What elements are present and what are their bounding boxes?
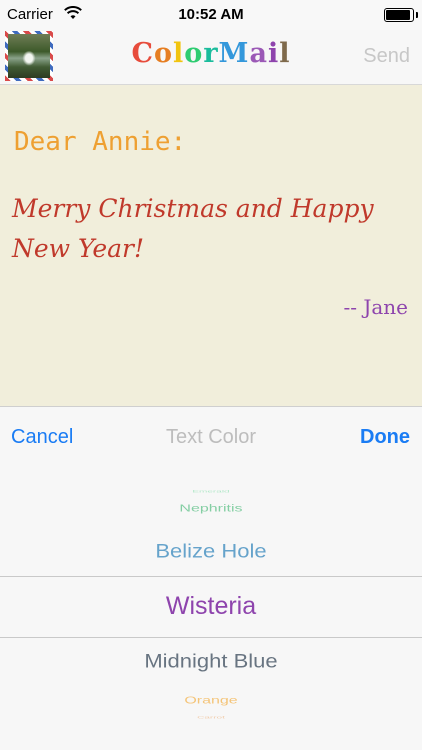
app-title-letter: o [154, 38, 174, 69]
app-title-letter: r [203, 38, 219, 69]
app-title-letter: l [173, 38, 185, 69]
picker-item[interactable]: Midnight Blue [0, 649, 422, 672]
picker-selection-bottom-line [0, 637, 422, 638]
picker-item[interactable]: Emerald [0, 489, 422, 493]
picker-item[interactable]: Carrot [0, 715, 422, 719]
picker-selection-top-line [0, 576, 422, 577]
send-button[interactable]: Send [363, 45, 410, 68]
color-picker-wheel[interactable]: Emerald Nephritis Belize Hole Wisteria M… [0, 466, 422, 750]
picker-item[interactable]: Nephritis [0, 503, 422, 515]
letter-signature[interactable]: -- Jane [343, 295, 408, 319]
app-title-letter: o [184, 38, 204, 69]
battery-icon [384, 8, 414, 22]
app-title-letter: M [218, 38, 250, 69]
letter-greeting[interactable]: Dear Annie: [14, 127, 186, 157]
app-title-letter: C [131, 38, 155, 69]
battery-level-fill [386, 10, 410, 20]
picker-toolbar: Cancel Text Color Done [0, 406, 422, 467]
app-title-letter: l [279, 38, 291, 69]
letter-message-line-2: New Year! [12, 234, 145, 263]
picker-item[interactable]: Orange [0, 695, 422, 707]
picker-item-selected[interactable]: Wisteria [0, 592, 422, 621]
done-button[interactable]: Done [360, 426, 410, 449]
status-bar: Carrier 10:52 AM [0, 0, 422, 30]
battery-cap [416, 12, 418, 18]
nav-bar: ColorMail Send [0, 30, 422, 85]
letter-message[interactable]: Merry Christmas and Happy New Year! [12, 189, 412, 269]
letter-area[interactable]: Dear Annie: Merry Christmas and Happy Ne… [0, 85, 422, 406]
letter-message-line-1: Merry Christmas and Happy [12, 194, 374, 223]
picker-item[interactable]: Belize Hole [0, 539, 422, 562]
picker-title: Text Color [165, 426, 257, 448]
app-title-letter: a [249, 38, 268, 69]
app-title-letter: i [267, 38, 280, 69]
app-title: ColorMail [0, 38, 422, 69]
status-time: 10:52 AM [178, 6, 244, 23]
